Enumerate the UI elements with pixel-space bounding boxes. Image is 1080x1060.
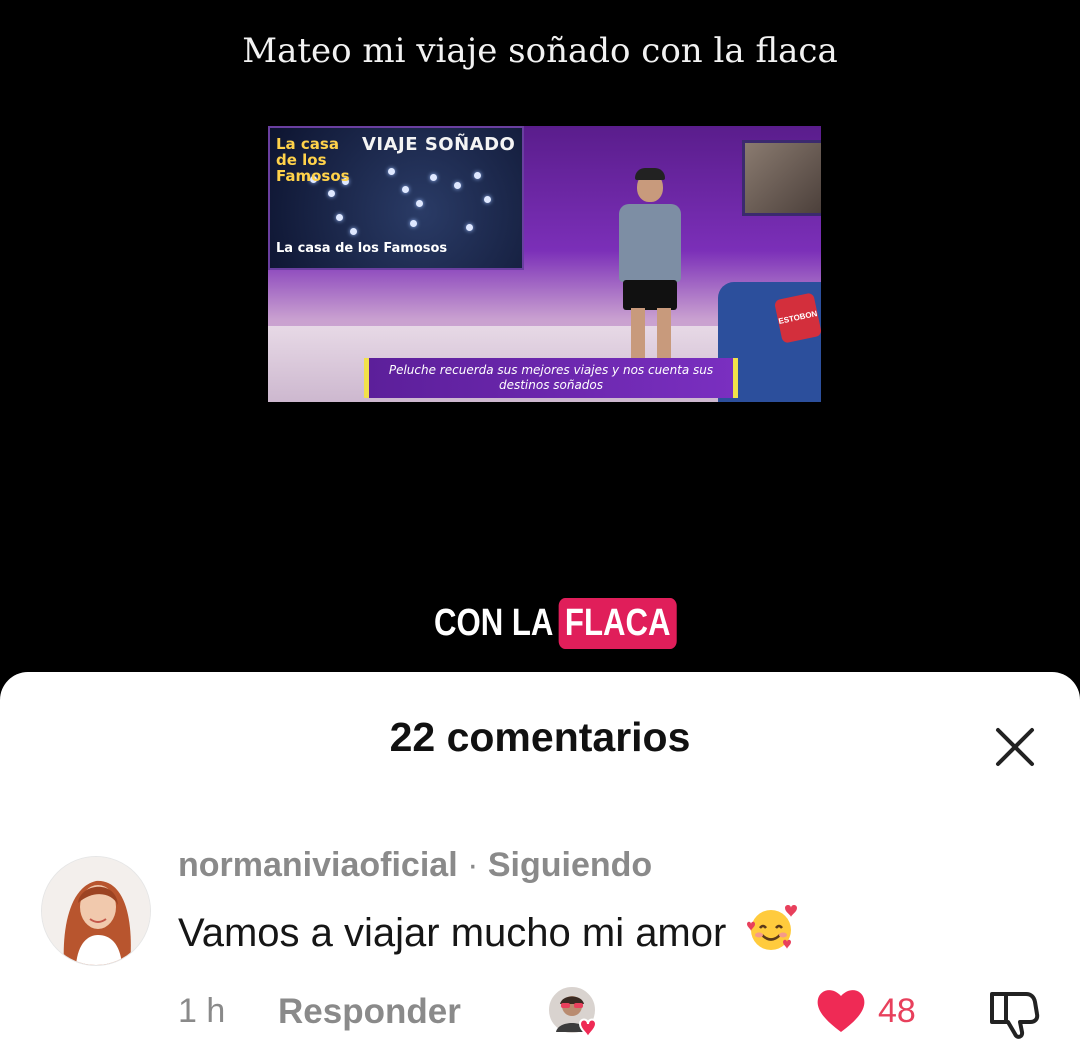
video-player[interactable]: Mateo mi viaje soñado con la flaca La ca… [0,0,1080,690]
like-button[interactable]: 48 [814,986,924,1038]
smiling-face-with-hearts-icon [745,902,798,954]
video-clip: La casa de los Famosos VIAJE SOÑADO La c… [268,126,821,402]
comment-meta-row: 1 h Responder 48 [178,982,1058,1042]
dislike-icon[interactable] [986,986,1042,1042]
comment-text: Vamos a viajar mucho mi amor [178,911,727,955]
like-count: 48 [878,992,916,1030]
comment-header: normaniviaoficial · Siguiendo [178,846,652,885]
avatar[interactable] [41,856,151,966]
comment-text-row: Vamos a viajar mucho mi amor [178,902,798,956]
comment-username[interactable]: normaniviaoficial [178,846,458,884]
following-status: Siguiendo [487,846,653,884]
creator-liked-icon [546,984,602,1040]
reply-button[interactable]: Responder [278,992,461,1032]
video-caption: Mateo mi viaje soñado con la flaca [242,31,838,71]
close-icon[interactable] [990,722,1040,772]
overlay-text-plain: CON LA [434,601,554,644]
heart-icon [817,990,865,1032]
comment-time: 1 h [178,992,226,1030]
pillow: ESTOBON [773,292,821,344]
lower-third-caption: Peluche recuerda sus mejores viajes y no… [364,358,738,398]
video-overlay-text: CON LA FLACA [434,592,678,654]
show-logo: La casa de los Famosos [276,135,350,185]
world-map-screen: La casa de los Famosos VIAJE SOÑADO La c… [268,126,524,270]
comment-item: normaniviaoficial · Siguiendo Vamos a vi… [0,844,1080,1044]
comments-count-title: 22 comentarios [389,714,691,760]
side-screen [742,140,821,216]
person-figure [611,166,691,366]
show-logo-bottom: La casa de los Famosos [276,241,448,256]
overlay-text-highlight: FLACA [558,597,678,649]
map-title: VIAJE SOÑADO [362,134,516,155]
comments-sheet: 22 comentarios normaniviaoficial · Sigui… [0,672,1080,1060]
separator: · [457,846,488,884]
